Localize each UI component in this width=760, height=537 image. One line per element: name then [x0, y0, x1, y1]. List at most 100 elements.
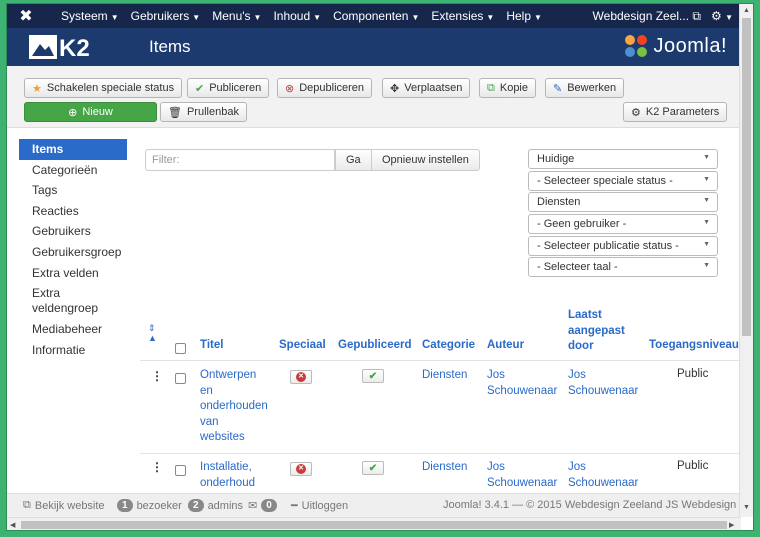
column-header-published[interactable]: Gepubliceerd	[338, 339, 412, 351]
settings-menu[interactable]: ⚙ ▼	[711, 9, 733, 23]
toggle-special-button[interactable]: ★ Schakelen speciale status	[24, 78, 183, 98]
category-link[interactable]: Diensten	[422, 368, 467, 384]
sidebar-item-extra-field-groups[interactable]: Extra veldengroep	[19, 283, 127, 319]
author-link[interactable]: Jos Schouwenaar	[487, 368, 562, 399]
menu-label: Systeem	[61, 9, 108, 23]
menu-menus[interactable]: Menu's ▼	[206, 9, 267, 23]
menu-label: Help	[506, 9, 532, 23]
sidebar-item-extra-fields[interactable]: Extra velden	[19, 263, 127, 284]
column-header-access[interactable]: Toegangsniveau	[649, 339, 739, 351]
author-filter-select[interactable]: - Geen gebruiker - ▼	[528, 214, 718, 234]
drag-handle-icon[interactable]: ⋮	[151, 369, 163, 383]
joomla-logo: Joomla!	[623, 33, 727, 59]
unpublish-button[interactable]: ⊗ Depubliceren	[277, 78, 373, 98]
select-value: - Selecteer publicatie status -	[537, 240, 679, 252]
menu-extensies[interactable]: Extensies ▼	[425, 9, 500, 23]
drag-handle-icon[interactable]: ⋮	[151, 460, 163, 474]
joomla-icon[interactable]: ✖	[13, 6, 39, 26]
toolbar: ★ Schakelen speciale status ✔ Publiceren ⊗…	[7, 66, 741, 128]
publish-filter-select[interactable]: - Selecteer publicatie status - ▼	[528, 236, 718, 256]
trash-button[interactable]: 🗑 Prullenbak	[160, 102, 247, 122]
vertical-scroll-thumb[interactable]	[742, 18, 751, 336]
edit-button[interactable]: ✎ Bewerken	[545, 78, 625, 98]
menu-gebruikers[interactable]: Gebruikers ▼	[125, 9, 207, 23]
scroll-down-icon[interactable]: ▼	[743, 504, 750, 511]
select-all-checkbox[interactable]	[175, 343, 186, 354]
vertical-scrollbar[interactable]: ▲ ▼	[739, 4, 753, 517]
menu-componenten[interactable]: Componenten ▼	[327, 9, 425, 23]
column-header-modified-by[interactable]: Laatst aangepast door	[568, 308, 638, 355]
site-link[interactable]: Webdesign Zeel... ⧉	[593, 9, 701, 24]
column-header-author[interactable]: Auteur	[487, 339, 524, 351]
sidebar-item-usergroups[interactable]: Gebruikersgroep	[19, 242, 127, 263]
new-button[interactable]: ⊕ Nieuw	[24, 102, 157, 122]
button-label: Kopie	[499, 82, 528, 94]
admin-menubar: ✖ Systeem ▼ Gebruikers ▼ Menu's ▼ Inhoud ▼ C…	[7, 4, 741, 28]
reset-button[interactable]: Opnieuw instellen	[371, 149, 480, 171]
item-title-link[interactable]: Installatie, onderhoud	[200, 460, 260, 491]
menu-inhoud[interactable]: Inhoud ▼	[267, 9, 327, 23]
modified-by-link[interactable]: Jos Schouwenaar	[568, 460, 643, 491]
k2-logo: K2	[29, 35, 90, 60]
row-checkbox[interactable]	[175, 465, 186, 476]
button-label: Schakelen speciale status	[46, 82, 175, 94]
caret-down-icon: ▼	[313, 13, 322, 22]
item-title-link[interactable]: Ontwerpen en onderhouden van websites	[200, 368, 268, 446]
special-toggle[interactable]: ✕	[290, 370, 312, 384]
visitors-label: bezoeker	[136, 499, 182, 512]
filter-input[interactable]: Filter:	[145, 149, 335, 171]
status-footer: ⧉ Bekijk website 1 bezoeker 2 admins ✉ 0 ━ Ui…	[7, 493, 741, 517]
row-checkbox[interactable]	[175, 373, 186, 384]
sidebar-item-categories[interactable]: Categorieën	[19, 160, 127, 181]
sidebar-item-users[interactable]: Gebruikers	[19, 221, 127, 242]
author-link[interactable]: Jos Schouwenaar	[487, 460, 562, 491]
button-label: Depubliceren	[299, 82, 365, 94]
modified-by-link[interactable]: Jos Schouwenaar	[568, 368, 643, 399]
sidebar-item-media-manager[interactable]: Mediabeheer	[19, 319, 127, 340]
column-header-category[interactable]: Categorie	[422, 339, 475, 351]
language-filter-select[interactable]: - Selecteer taal - ▼	[528, 257, 718, 277]
select-arrow-icon: ▼	[703, 219, 710, 226]
copy-button[interactable]: ⧉ Kopie	[479, 78, 536, 98]
column-header-special[interactable]: Speciaal	[279, 339, 326, 351]
unfeatured-icon: ✕	[296, 372, 306, 382]
main-menu: Systeem ▼ Gebruikers ▼ Menu's ▼ Inhoud ▼ Com…	[55, 9, 548, 23]
publish-toggle[interactable]: ✔	[362, 369, 384, 383]
view-site-link[interactable]: ⧉ Bekijk website	[23, 499, 105, 512]
go-button[interactable]: Ga	[335, 149, 372, 171]
minus-icon: ━	[291, 500, 298, 512]
caret-down-icon: ▼	[486, 13, 495, 22]
logout-link[interactable]: ━ Uitloggen	[291, 499, 348, 513]
publish-button[interactable]: ✔ Publiceren	[187, 78, 270, 98]
category-filter-select[interactable]: Diensten ▼	[528, 192, 718, 212]
horizontal-scroll-thumb[interactable]	[21, 521, 727, 529]
trash-filter-select[interactable]: Huidige ▼	[528, 149, 718, 169]
ordering-sort-icon[interactable]: ⇕ ▲	[148, 323, 157, 343]
scroll-up-icon[interactable]: ▲	[743, 7, 750, 14]
menu-systeem[interactable]: Systeem ▼	[55, 9, 125, 23]
navbar-right: Webdesign Zeel... ⧉ ⚙ ▼	[593, 4, 733, 28]
move-button[interactable]: ✥ Verplaatsen	[382, 78, 471, 98]
sidebar-item-comments[interactable]: Reacties	[19, 201, 127, 222]
sidebar-item-items[interactable]: Items	[19, 139, 127, 160]
view-site-label: Bekijk website	[34, 499, 105, 512]
scroll-left-icon[interactable]: ◀	[10, 521, 15, 529]
special-toggle[interactable]: ✕	[290, 462, 312, 476]
admins-label: admins	[207, 499, 244, 512]
button-label: Verplaatsen	[404, 82, 463, 94]
messages-count[interactable]: ✉ 0	[248, 499, 277, 512]
horizontal-scrollbar[interactable]: ◀ ▶	[7, 517, 741, 530]
sidebar-item-tags[interactable]: Tags	[19, 180, 127, 201]
category-link[interactable]: Diensten	[422, 460, 467, 476]
special-filter-select[interactable]: - Selecteer speciale status - ▼	[528, 171, 718, 191]
column-header-title[interactable]: Titel	[200, 339, 223, 351]
menu-help[interactable]: Help ▼	[500, 9, 548, 23]
sidebar-item-information[interactable]: Informatie	[19, 340, 127, 361]
publish-toggle[interactable]: ✔	[362, 461, 384, 475]
visitors-badge: 1	[117, 499, 133, 512]
star-icon: ★	[32, 82, 42, 95]
menu-label: Gebruikers	[130, 9, 190, 23]
scroll-right-icon[interactable]: ▶	[729, 521, 734, 529]
k2-parameters-button[interactable]: ⚙ K2 Parameters	[623, 102, 728, 122]
select-value: Diensten	[537, 196, 581, 208]
